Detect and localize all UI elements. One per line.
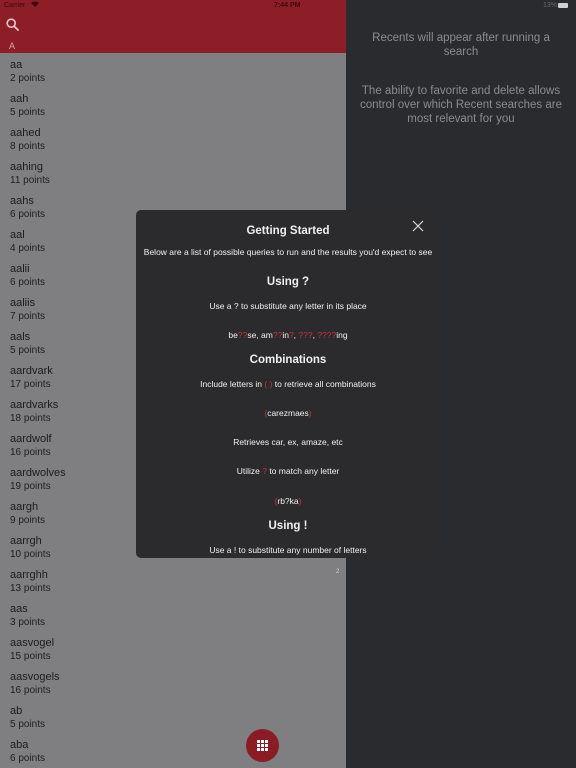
list-item[interactable]: ab 5 points [0,702,346,736]
combinations-description: Include letters in ( ) to retrieve all c… [200,379,376,389]
combinations-result: Retrieves car, ex, amaze, etc [233,437,343,447]
word-label: aah [10,93,29,105]
word-label: aasvogel [10,637,55,649]
status-bar: Carrier 7:44 PM 13% [0,0,576,11]
list-item[interactable]: aas 3 points [0,600,346,634]
battery-icon [558,3,568,8]
list-item[interactable]: aah 5 points [0,90,346,124]
points-label: 11 points [10,175,50,186]
keyboard-button[interactable] [246,729,279,762]
word-label: aa [10,59,23,71]
using-bang-heading: Using ! [268,520,308,532]
question-examples: be??se, am??in?, ???, ????ing [228,330,348,340]
dialog-title: Getting Started [246,225,330,237]
recents-empty-hint: Recents will appear after running a sear… [372,32,550,58]
list-item[interactable]: aba 6 points [0,736,346,768]
list-item[interactable]: aasvogel 15 points [0,634,346,668]
section-header: A [9,41,16,51]
list-item[interactable]: aahed 8 points [0,124,346,158]
points-label: 5 points [10,107,46,118]
utilize-example: (rb?ka) [274,496,302,506]
word-label: aahing [10,161,44,173]
points-label: 6 points [10,753,46,764]
points-label: 13 points [10,583,51,594]
word-label: ab [10,705,23,717]
points-label: 15 points [10,651,51,662]
list-item[interactable]: aahing 11 points [0,158,346,192]
grid-icon [257,740,268,751]
combinations-heading: Combinations [249,354,327,366]
word-label: aahed [10,127,41,139]
word-label: aba [10,739,29,751]
points-label: 3 points [10,617,46,628]
getting-started-dialog: Getting Started Below are a list of poss… [136,210,440,558]
using-bang-description: Use a ! to substitute any number of lett… [209,545,367,555]
word-label: aas [10,603,28,615]
word-label: aarrghh [10,569,48,581]
points-label: 5 points [10,719,46,730]
list-item[interactable]: aa 2 points [0,56,346,90]
page-indicator: 2 [336,569,340,575]
points-label: 16 points [10,685,51,696]
battery-percent: 13% [543,2,558,9]
favorite-hint: The ability to favorite and delete allow… [360,85,562,125]
list-item[interactable]: aasvogels 16 points [0,668,346,702]
carrier-label: Carrier [4,2,26,9]
clock: 7:44 PM [274,2,301,9]
dialog-intro: Below are a list of possible queries to … [143,247,433,257]
wifi-icon [31,1,39,7]
word-label: aahs [10,195,34,207]
combinations-example: (carezmaes) [264,408,312,418]
points-label: 2 points [10,73,46,84]
utilize-description: Utilize ? to match any letter [236,466,340,476]
search-icon[interactable] [6,18,19,31]
using-question-heading: Using ? [266,276,310,288]
using-question-description: Use a ? to substitute any letter in its … [209,301,367,311]
word-label: aasvogels [10,671,60,683]
points-label: 8 points [10,141,46,152]
list-item[interactable]: aarrghh 13 points [0,566,346,600]
